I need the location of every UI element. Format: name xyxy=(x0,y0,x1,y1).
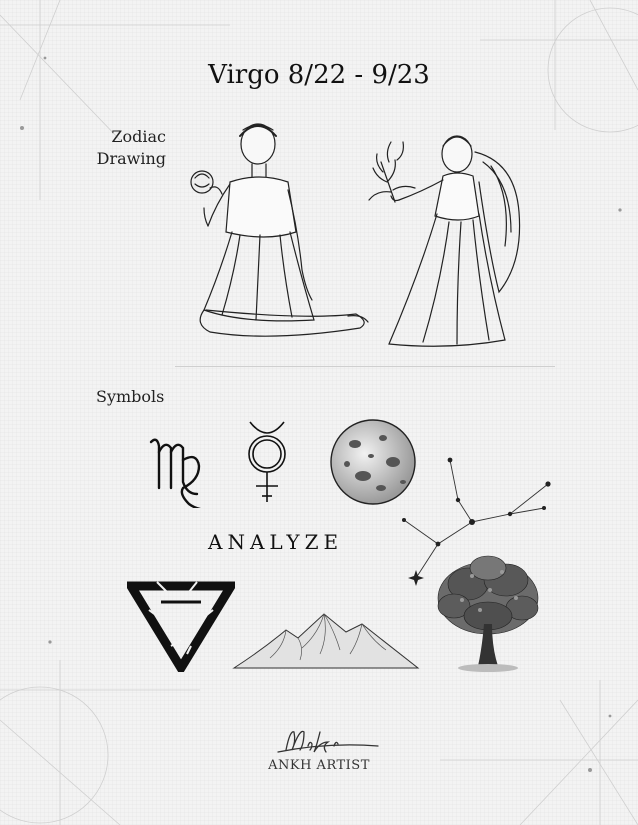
symbols-label: Symbols xyxy=(96,387,165,406)
zodiac-label-line1: Zodiac xyxy=(111,127,166,146)
winged-maiden-illustration xyxy=(368,135,521,347)
mountains-icon xyxy=(232,613,420,669)
seated-maiden-illustration xyxy=(190,123,369,337)
section-divider xyxy=(175,366,555,367)
zodiac-drawing-label: Zodiac Drawing xyxy=(80,126,166,170)
mercury-symbol-icon xyxy=(248,421,286,502)
virgo-glyph-icon xyxy=(149,438,201,508)
tree-icon xyxy=(437,555,539,672)
zodiac-label-line2: Drawing xyxy=(96,149,166,168)
brand-name: ANKH ARTIST xyxy=(268,758,370,773)
keyword-analyze: ANALYZE xyxy=(208,530,344,554)
poster-page: Virgo 8/22 - 9/23 Zodiac Drawing Symbols… xyxy=(0,0,638,825)
earth-triangle-icon xyxy=(127,581,235,672)
signature-logo-icon xyxy=(277,730,379,753)
page-title: Virgo 8/22 - 9/23 xyxy=(208,60,430,90)
